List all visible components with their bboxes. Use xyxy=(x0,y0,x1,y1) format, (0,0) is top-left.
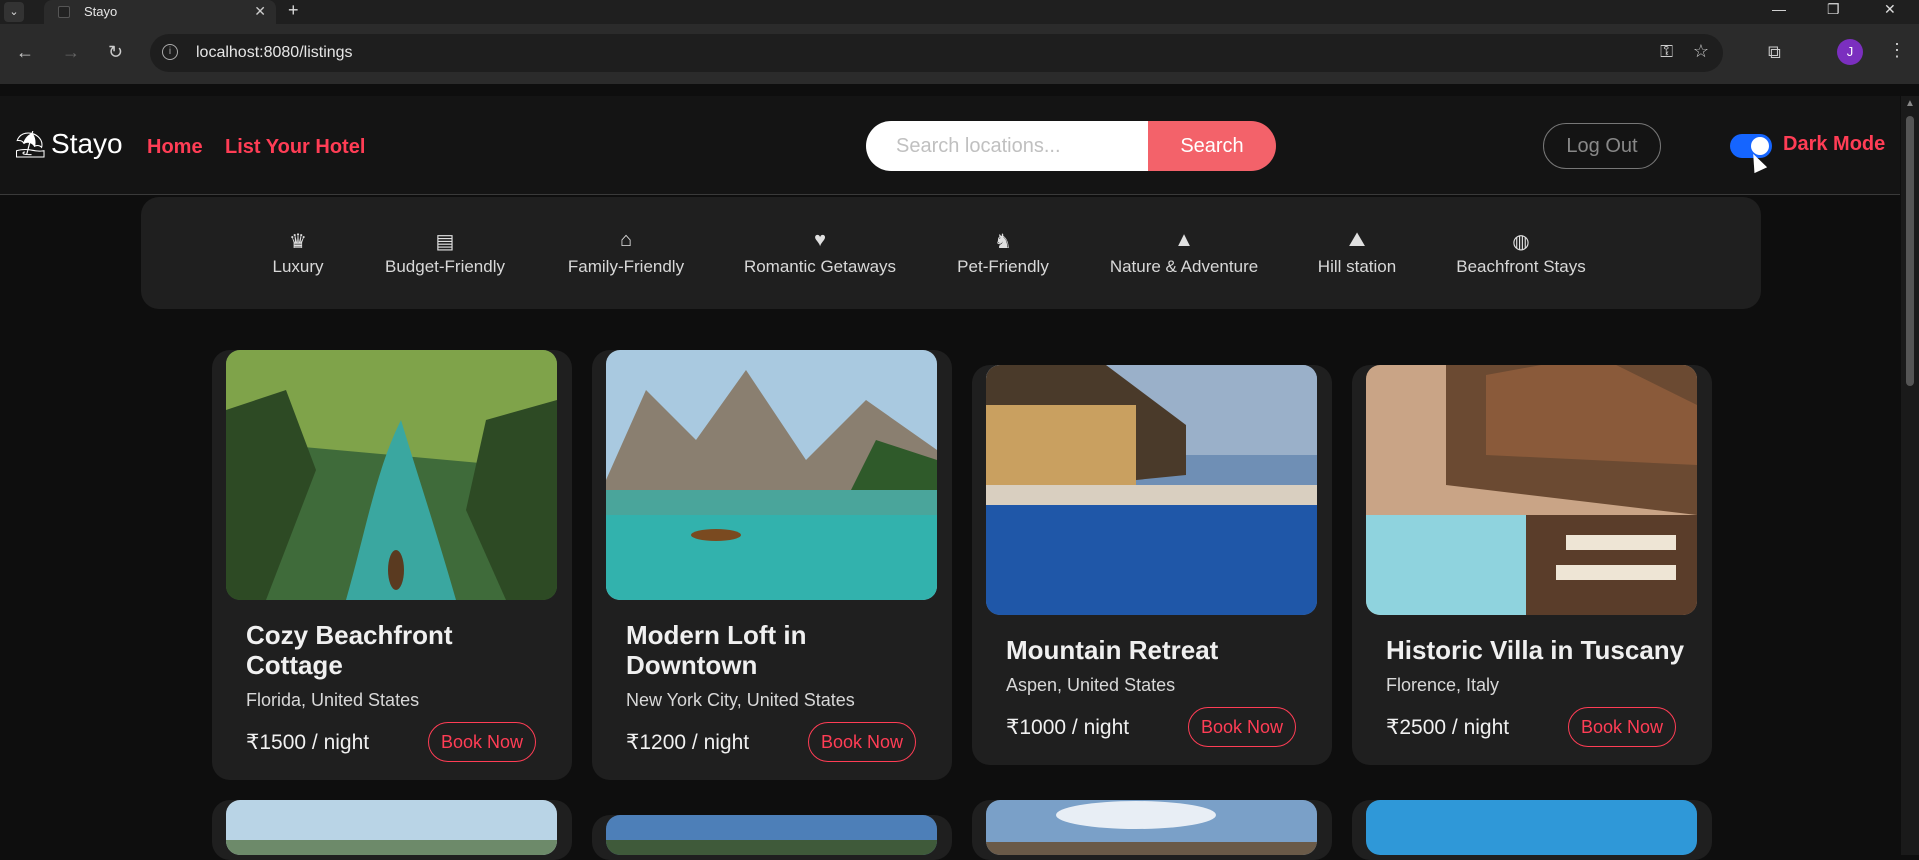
listing-card[interactable]: Cozy Beachfront Cottage Florida, United … xyxy=(212,350,572,780)
listing-image[interactable] xyxy=(606,350,937,600)
search-button[interactable]: Search xyxy=(1148,121,1276,171)
category-label: Nature & Adventure xyxy=(1109,257,1259,276)
listing-location: Florence, Italy xyxy=(1386,675,1500,695)
scrollbar-thumb[interactable] xyxy=(1906,116,1914,386)
listing-image[interactable] xyxy=(1366,365,1697,615)
category-hill-station[interactable]: ⛰ Hill station xyxy=(1318,229,1396,277)
dog-icon: ♞ xyxy=(994,231,1012,253)
address-bar[interactable]: i localhost:8080/listings ⚿ ☆ xyxy=(150,34,1723,72)
minimize-icon[interactable]: — xyxy=(1772,1,1786,17)
listing-card[interactable] xyxy=(592,815,952,860)
listing-title[interactable]: Mountain Retreat xyxy=(1006,635,1306,665)
forward-icon[interactable]: → xyxy=(62,42,80,63)
password-key-icon[interactable]: ⚿ xyxy=(1660,42,1673,62)
people-roof-icon: ⌂ xyxy=(619,229,633,251)
listing-image[interactable] xyxy=(226,800,557,855)
url-text[interactable]: localhost:8080/listings xyxy=(196,44,353,62)
listing-image[interactable] xyxy=(986,800,1317,855)
scroll-up-icon[interactable]: ▲ xyxy=(1905,98,1915,109)
heart-icon: ♥ xyxy=(814,229,826,251)
category-label: Pet-Friendly xyxy=(957,257,1049,276)
book-now-button[interactable]: Book Now xyxy=(1568,707,1676,747)
category-budget-friendly[interactable]: ▤ Budget-Friendly xyxy=(385,229,505,277)
listing-card[interactable] xyxy=(1352,800,1712,860)
listing-image[interactable] xyxy=(606,815,937,855)
wallet-icon: ▤ xyxy=(435,231,455,253)
category-label: Budget-Friendly xyxy=(384,257,506,276)
reload-icon[interactable]: ↻ xyxy=(108,42,123,63)
listing-price: ₹1500 / night xyxy=(246,731,370,754)
more-menu-icon[interactable]: ⋮ xyxy=(1888,40,1906,61)
umbrella-beach-icon: ⛱ xyxy=(14,128,48,159)
listing-card[interactable]: Mountain Retreat Aspen, United States ₹1… xyxy=(972,365,1332,765)
search-form: Search xyxy=(866,121,1276,171)
listing-image[interactable] xyxy=(1366,800,1697,855)
listing-title[interactable]: Historic Villa in Tuscany xyxy=(1386,635,1686,665)
listing-image[interactable] xyxy=(986,365,1317,615)
site-header: ⛱ Stayo Home List Your Hotel Search Log … xyxy=(0,96,1900,195)
listing-location: Florida, United States xyxy=(246,690,420,710)
page-scrollbar[interactable]: ▲ xyxy=(1901,96,1919,855)
category-family-friendly[interactable]: ⌂ Family-Friendly xyxy=(568,229,684,277)
category-pet-friendly[interactable]: ♞ Pet-Friendly xyxy=(957,229,1049,277)
listing-card[interactable] xyxy=(212,800,572,860)
category-luxury[interactable]: ♛ Luxury xyxy=(272,229,323,277)
listing-card[interactable] xyxy=(972,800,1332,860)
mountain-icon: ⛰ xyxy=(1348,229,1366,251)
restore-icon[interactable]: ❐ xyxy=(1827,1,1840,18)
category-label: Luxury xyxy=(272,257,324,276)
book-now-button[interactable]: Book Now xyxy=(428,722,536,762)
site-logo[interactable]: ⛱ Stayo xyxy=(14,128,123,160)
tab-search-icon[interactable]: ⌄ xyxy=(4,2,24,22)
category-beachfront-stays[interactable]: ◍ Beachfront Stays xyxy=(1456,229,1585,277)
listing-title[interactable]: Cozy Beachfront Cottage xyxy=(246,620,546,680)
listing-location: Aspen, United States xyxy=(1006,675,1176,695)
listing-title[interactable]: Modern Loft in Downtown xyxy=(626,620,926,680)
listing-card[interactable]: Historic Villa in Tuscany Florence, Ital… xyxy=(1352,365,1712,765)
listing-price: ₹1000 / night xyxy=(1006,716,1130,739)
close-tab-icon[interactable]: ✕ xyxy=(254,3,266,20)
category-romantic-getaways[interactable]: ♥ Romantic Getaways xyxy=(744,229,896,277)
volleyball-icon: ◍ xyxy=(1512,231,1530,253)
category-label: Family-Friendly xyxy=(567,257,685,276)
logo-text: Stayo xyxy=(51,128,123,159)
favicon-icon xyxy=(58,6,70,18)
browser-tab[interactable]: Stayo ✕ xyxy=(44,0,276,24)
browser-tabbar: ⌄ Stayo ✕ + — ❐ ✕ xyxy=(0,0,1919,24)
search-input[interactable] xyxy=(866,121,1148,171)
close-window-icon[interactable]: ✕ xyxy=(1884,1,1896,18)
tab-title: Stayo xyxy=(84,4,118,19)
listing-card[interactable]: Modern Loft in Downtown New York City, U… xyxy=(592,350,952,780)
listing-image[interactable] xyxy=(226,350,557,600)
category-label: Romantic Getaways xyxy=(743,257,897,276)
profile-avatar[interactable]: J xyxy=(1837,39,1863,65)
category-label: Beachfront Stays xyxy=(1456,257,1586,276)
book-now-button[interactable]: Book Now xyxy=(1188,707,1296,747)
dark-mode-label: Dark Mode xyxy=(1783,133,1886,155)
listing-price: ₹2500 / night xyxy=(1386,716,1510,739)
back-icon[interactable]: ← xyxy=(16,42,34,63)
bookmark-star-icon[interactable]: ☆ xyxy=(1693,41,1709,62)
logout-button[interactable]: Log Out xyxy=(1543,123,1661,169)
listing-price: ₹1200 / night xyxy=(626,731,750,754)
tree-icon: ▲ xyxy=(1174,229,1194,251)
site-info-icon[interactable]: i xyxy=(162,44,178,60)
category-label: Hill station xyxy=(1317,257,1397,276)
crown-icon: ♛ xyxy=(289,231,307,253)
listing-location: New York City, United States xyxy=(626,690,855,710)
extensions-icon[interactable]: ⧉ xyxy=(1768,42,1781,63)
new-tab-icon[interactable]: + xyxy=(288,0,299,21)
nav-home-link[interactable]: Home xyxy=(147,136,203,159)
category-filter-bar: ♛ Luxury ▤ Budget-Friendly ⌂ Family-Frie… xyxy=(141,197,1761,309)
category-nature-adventure[interactable]: ▲ Nature & Adventure xyxy=(1110,229,1258,277)
browser-toolbar: ← → ↻ i localhost:8080/listings ⚿ ☆ ⧉ J … xyxy=(0,24,1919,84)
book-now-button[interactable]: Book Now xyxy=(808,722,916,762)
nav-list-hotel-link[interactable]: List Your Hotel xyxy=(225,136,365,159)
